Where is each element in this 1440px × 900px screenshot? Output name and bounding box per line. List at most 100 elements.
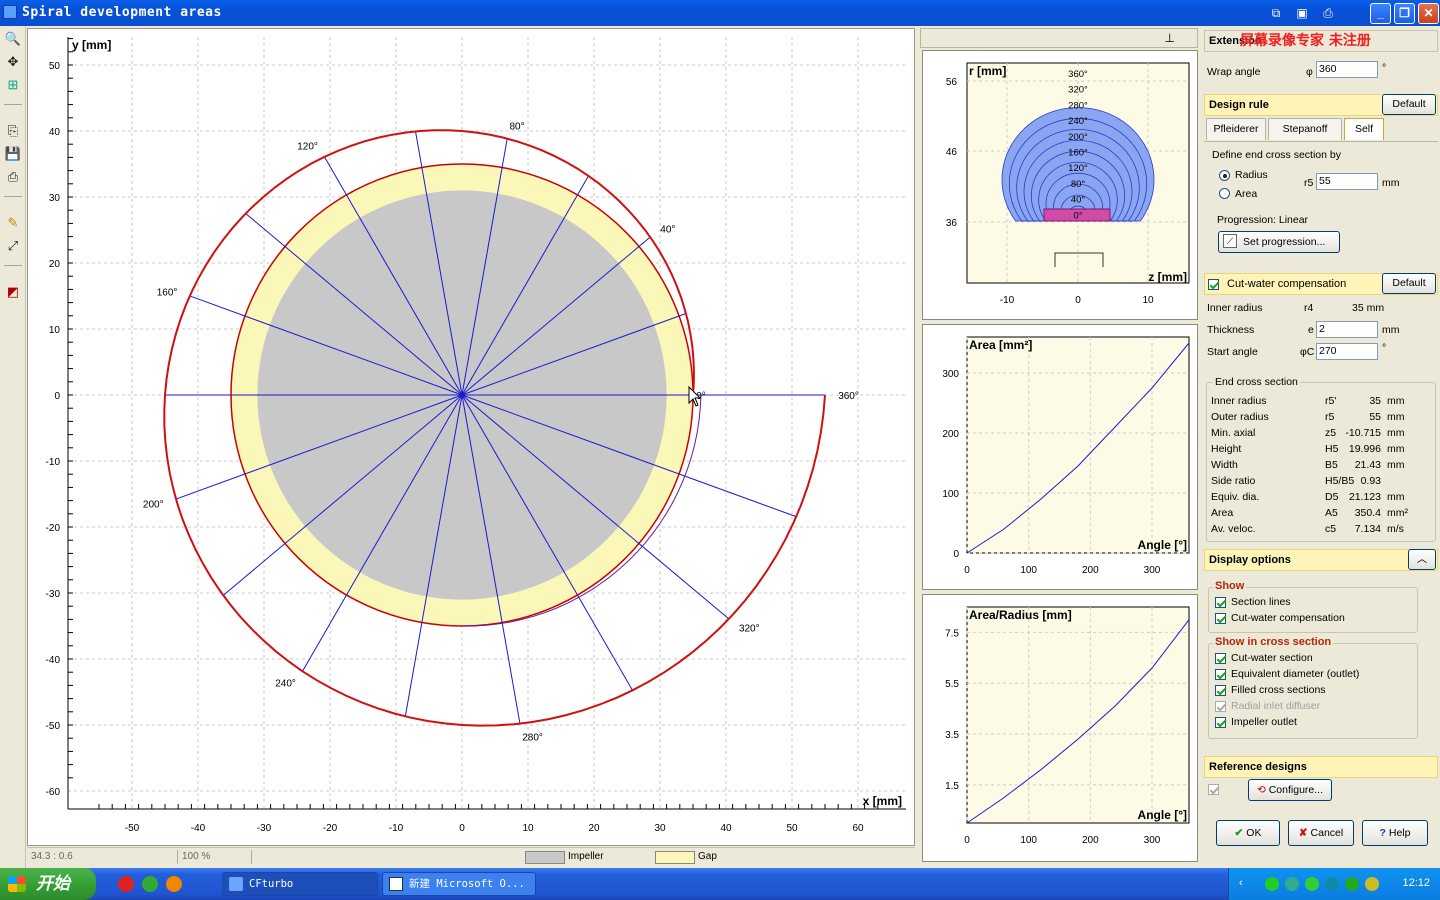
cutwater-default-button[interactable]: Default <box>1382 273 1436 294</box>
quicklaunch-icon-3[interactable] <box>166 876 182 892</box>
spiral-plot[interactable]: -50 -40 -30 -20 -10 0 10 20 30 40 50 60 50 40 30 20 10 0 -… <box>27 24 915 846</box>
chart-y-tick: 200 <box>942 429 959 440</box>
ecs-value: 21.123 <box>1348 491 1381 503</box>
thickness-symbol: e <box>1308 324 1314 336</box>
cross-section-svg: 56 46 36 -10 0 10 r [mm] z [mm] 360° 320° 280° 240°… <box>946 62 1190 306</box>
help-button[interactable]: ? Help <box>1362 820 1428 846</box>
define-end-label: Define end cross section by <box>1212 149 1341 161</box>
measure-icon[interactable]: ⤢ <box>4 237 22 255</box>
main-window: Spiral development areas ⧉ ▣ ⎙ _ ❐ ✕ 🔍 ✥… <box>0 0 1440 868</box>
task-word[interactable]: 新建 Microsoft O... <box>382 872 536 896</box>
r5-symbol: r5 <box>1304 177 1314 189</box>
task-cfturbo-label: CFturbo <box>249 878 294 890</box>
configure-button[interactable]: ⟲ Configure... <box>1248 779 1332 801</box>
wrap-angle-field[interactable]: 360 <box>1316 61 1378 78</box>
option-checkbox[interactable] <box>1215 597 1226 608</box>
pan-icon[interactable]: ✥ <box>4 53 22 71</box>
tray-icon-2[interactable] <box>1285 877 1299 891</box>
reference-checkbox[interactable] <box>1208 784 1219 795</box>
option-checkbox[interactable] <box>1215 669 1226 680</box>
fit-icon[interactable]: ⊞ <box>4 76 22 94</box>
tab-stepanoff[interactable]: Stepanoff <box>1268 118 1342 140</box>
r5-field[interactable]: 55 <box>1316 173 1378 190</box>
ecs-sym: H5 <box>1325 443 1339 455</box>
cancel-label: Cancel <box>1310 827 1344 839</box>
cs-angle-label: 0° <box>1073 210 1082 221</box>
printer-icon[interactable]: ⎙ <box>4 168 22 186</box>
cs-y-tick: 36 <box>946 218 958 229</box>
inner-radius-symbol: r4 <box>1304 302 1314 314</box>
cs-y-title: r [mm] <box>969 64 1006 78</box>
maximize-button[interactable]: ❐ <box>1394 3 1415 24</box>
option-checkbox[interactable] <box>1215 653 1226 664</box>
option-checkbox[interactable] <box>1215 717 1226 728</box>
word-task-icon <box>389 877 403 891</box>
quicklaunch-icon-2[interactable] <box>142 876 158 892</box>
radius-radio-label: Radius <box>1235 169 1268 181</box>
status-bar: 34.3 : 0.6 100 % Impeller Gap <box>27 847 915 865</box>
area-radio[interactable] <box>1219 188 1230 199</box>
clock: 12:12 <box>1402 877 1430 889</box>
title-bar[interactable]: Spiral development areas ⧉ ▣ ⎙ _ ❐ ✕ <box>0 0 1440 26</box>
cs-angle-label: 120° <box>1068 163 1088 174</box>
tray-arrow-icon[interactable]: ‹ <box>1239 877 1243 889</box>
chart-y-tick: 5.5 <box>945 679 959 690</box>
angle-label: 120° <box>297 141 318 152</box>
print-icon[interactable]: ⎙ <box>1320 5 1336 21</box>
quicklaunch-icon-1[interactable] <box>118 876 134 892</box>
task-cfturbo[interactable]: CFturbo <box>222 872 378 896</box>
minimize-button[interactable]: _ <box>1370 3 1391 24</box>
disk-icon[interactable]: 💾 <box>4 145 22 163</box>
x-tick-label: -50 <box>125 823 140 834</box>
y-tick-label: 50 <box>49 61 61 72</box>
option-checkbox[interactable] <box>1215 701 1226 712</box>
option-checkbox[interactable] <box>1215 685 1226 696</box>
design-rule-default-button[interactable]: Default <box>1382 94 1436 115</box>
end-cross-section-group: End cross section Inner radius r5' 35 mm Out… <box>1206 376 1436 542</box>
radius-radio[interactable] <box>1219 170 1230 181</box>
start-button[interactable]: 开始 <box>0 868 96 900</box>
tab-pfleiderer[interactable]: Pfleiderer <box>1206 118 1266 140</box>
ecs-sym: c5 <box>1325 523 1337 535</box>
chart-y-tick: 7.5 <box>945 628 959 639</box>
left-toolbar: 🔍 ✥ ⊞ ⎘ 💾 ⎙ ✎ ⤢ ◩ <box>0 26 26 868</box>
tray-icon-3[interactable] <box>1305 877 1319 891</box>
option-label: Equivalent diameter (outlet) <box>1231 668 1360 680</box>
tray-icon-1[interactable] <box>1265 877 1279 891</box>
save-icon[interactable]: ▣ <box>1294 5 1310 21</box>
thickness-field[interactable]: 2 <box>1316 321 1378 338</box>
ecs-unit: m/s <box>1387 523 1404 535</box>
cancel-button[interactable]: ✘ Cancel <box>1288 820 1354 846</box>
ecs-sym: A5 <box>1325 507 1338 519</box>
export-icon[interactable]: ⎘ <box>4 122 22 140</box>
r5-unit: mm <box>1382 177 1400 189</box>
set-progression-button[interactable]: ⟋ Set progression... <box>1218 231 1340 253</box>
legend-gap-label: Gap <box>698 851 717 862</box>
tray-icon-5[interactable] <box>1345 877 1359 891</box>
configure-label: Configure... <box>1268 784 1323 796</box>
cutwater-checkbox[interactable] <box>1208 279 1219 290</box>
option-checkbox[interactable] <box>1215 613 1226 624</box>
ecs-sym: z5 <box>1325 427 1337 439</box>
color-icon[interactable]: ◩ <box>4 283 22 301</box>
collapse-button[interactable]: ︿ <box>1408 549 1436 570</box>
option-label: Section lines <box>1231 596 1291 608</box>
toolbar-separator <box>4 104 22 105</box>
ecs-value: 55 <box>1369 411 1381 423</box>
tray-icon-6[interactable] <box>1365 877 1379 891</box>
close-button[interactable]: ✕ <box>1418 3 1439 24</box>
pin-icon[interactable]: ⊥ <box>1165 31 1175 45</box>
curve-icon[interactable]: ✎ <box>4 214 22 232</box>
option-label: Cut-water compensation <box>1231 612 1345 624</box>
cs-x-tick: 10 <box>1142 295 1154 306</box>
zoom-icon[interactable]: 🔍 <box>4 30 22 48</box>
end-cross-section-title: End cross section <box>1213 376 1300 388</box>
chart-y-tick: 1.5 <box>945 781 959 792</box>
ok-button[interactable]: ✔ OK <box>1216 820 1280 846</box>
tray-icon-4[interactable] <box>1325 877 1339 891</box>
tab-self[interactable]: Self <box>1344 118 1384 140</box>
angle-label: 320° <box>739 623 760 634</box>
ecs-value: 19.996 <box>1348 443 1381 455</box>
copy-icon[interactable]: ⧉ <box>1268 5 1284 21</box>
start-angle-field[interactable]: 270 <box>1316 343 1378 360</box>
